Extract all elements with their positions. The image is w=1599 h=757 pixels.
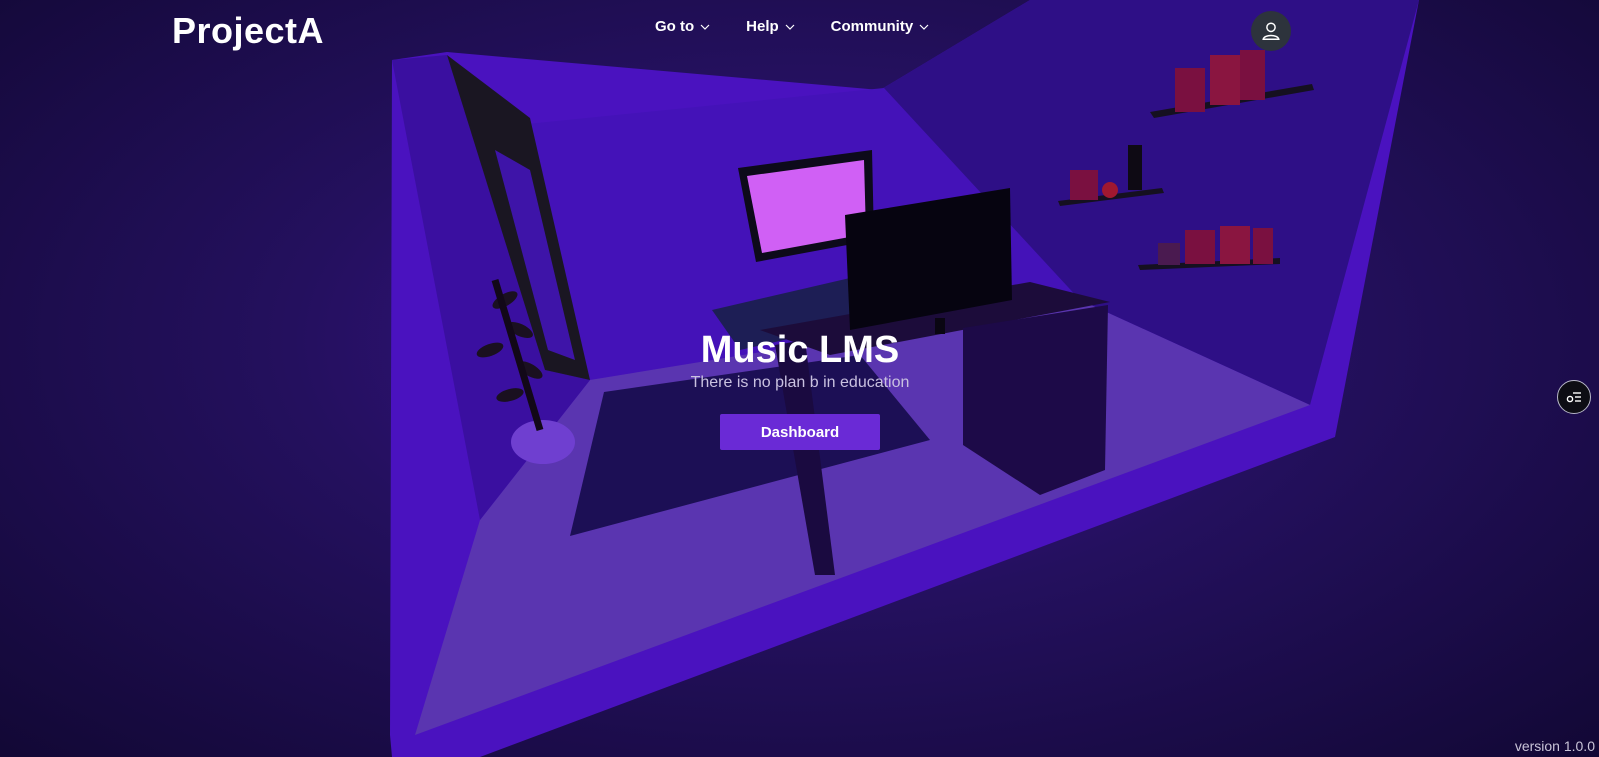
- hero-section: Music LMS There is no plan b in educatio…: [600, 328, 1000, 450]
- dashboard-button[interactable]: Dashboard: [720, 414, 880, 450]
- nav-item-label: Go to: [655, 18, 695, 35]
- main-nav: Go to Help Community: [655, 18, 929, 35]
- nav-item-go-to[interactable]: Go to: [655, 18, 710, 35]
- nav-item-label: Community: [830, 18, 914, 35]
- nav-item-community[interactable]: Community: [831, 18, 930, 35]
- side-settings-button[interactable]: [1557, 380, 1591, 414]
- user-icon: [1262, 22, 1280, 40]
- chevron-down-icon: [700, 24, 710, 30]
- version-label: version 1.0.0: [1514, 738, 1595, 754]
- nav-item-help[interactable]: Help: [746, 18, 795, 35]
- plant-pot: [511, 420, 575, 464]
- top-navigation-bar: ProjectA Go to Help Community: [0, 0, 1599, 62]
- nav-item-label: Help: [746, 18, 779, 35]
- hero-subtitle: There is no plan b in education: [690, 374, 910, 391]
- settings-list-icon: [1566, 392, 1581, 403]
- user-account-button[interactable]: [1251, 11, 1291, 51]
- chevron-down-icon: [919, 24, 929, 30]
- brand-logo[interactable]: ProjectA: [172, 10, 324, 52]
- chevron-down-icon: [785, 24, 795, 30]
- hero-title: Music LMS: [700, 329, 900, 371]
